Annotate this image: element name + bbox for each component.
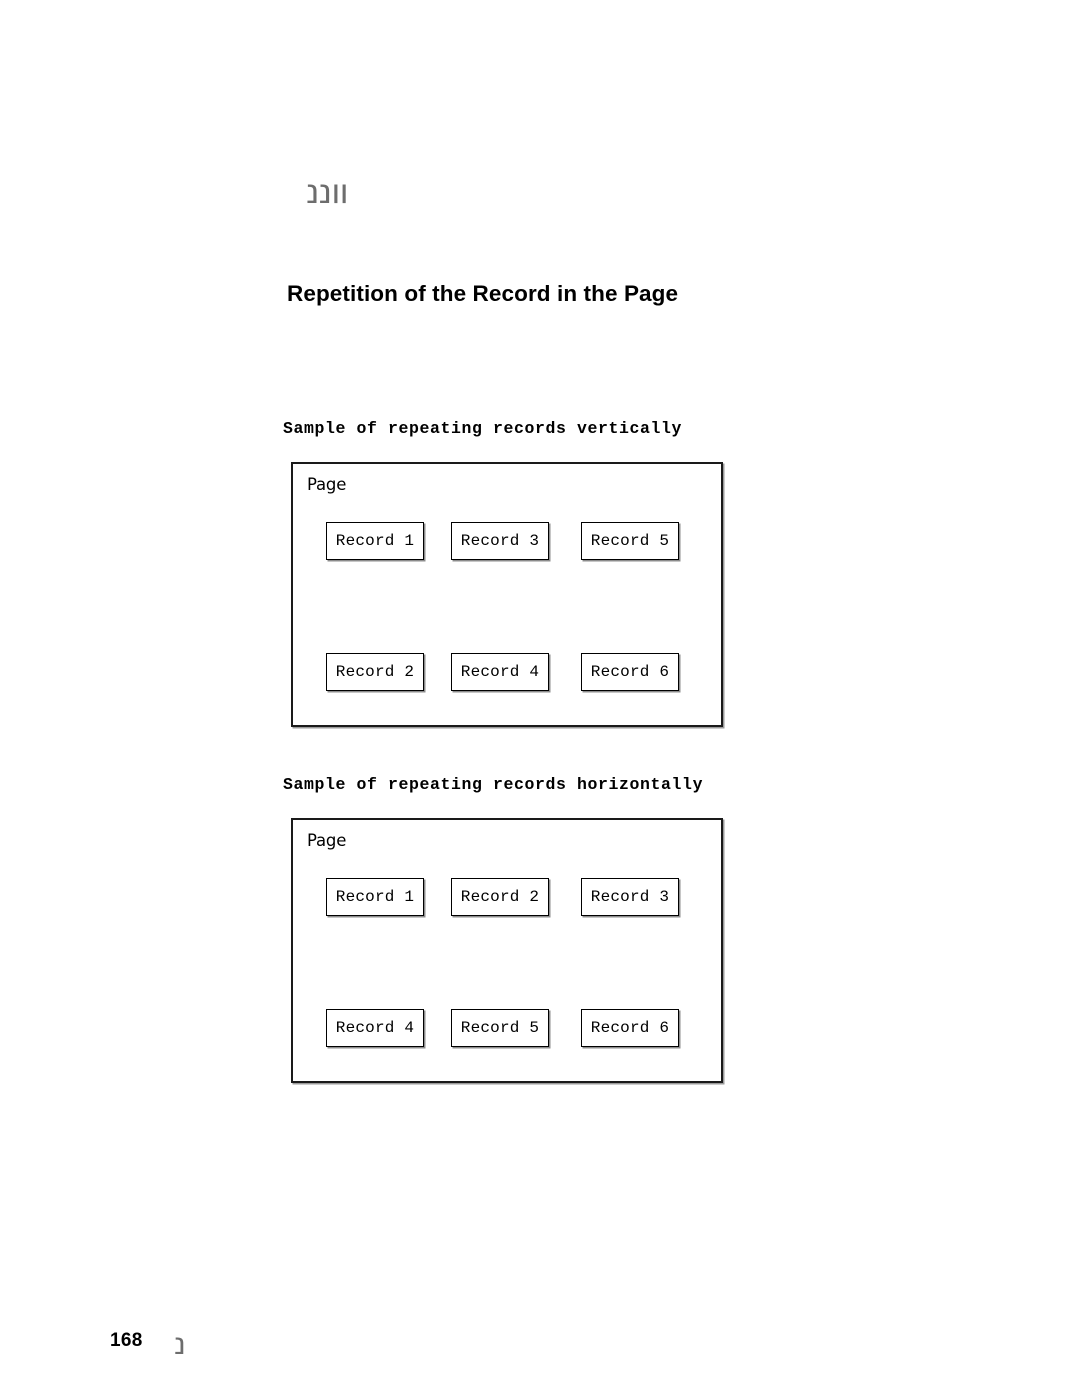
record-box-label: Record 5 <box>460 1019 540 1037</box>
clipped-glyph-footer-text: נ <box>174 1332 187 1354</box>
record-box-label: Record 6 <box>590 1019 670 1037</box>
record-box: Record 6 <box>581 653 679 691</box>
record-box: Record 6 <box>581 1009 679 1047</box>
record-box-label: Record 5 <box>590 532 670 550</box>
record-box: Record 1 <box>326 878 424 916</box>
figure-caption-vertical: Sample of repeating records vertically <box>283 419 683 438</box>
record-row: Record 2 Record 4 Record 6 <box>293 653 721 691</box>
record-box: Record 2 <box>326 653 424 691</box>
record-box: Record 4 <box>326 1009 424 1047</box>
record-grid-vertical: Record 1 Record 3 Record 5 Record 2 Reco… <box>293 464 721 725</box>
page-number: 168 <box>110 1330 143 1351</box>
record-row: Record 1 Record 3 Record 5 <box>293 522 721 560</box>
record-box: Record 5 <box>581 522 679 560</box>
page-title: Repetition of the Record in the Page <box>287 281 679 307</box>
clipped-glyph-artifact-upper: ┘ <box>296 128 326 150</box>
record-box-label: Record 2 <box>335 663 415 681</box>
page-footer: 168 נ <box>0 1330 1080 1370</box>
record-row: Record 4 Record 5 Record 6 <box>293 1009 721 1047</box>
record-box: Record 2 <box>451 878 549 916</box>
record-row: Record 1 Record 2 Record 3 <box>293 878 721 916</box>
record-box-label: Record 4 <box>335 1019 415 1037</box>
clipped-glyph-lower-text: ווננ <box>306 178 349 204</box>
clipped-glyph-artifact-lower: ווננ <box>306 178 376 204</box>
record-box-label: Record 4 <box>460 663 540 681</box>
figure-caption-horizontal: Sample of repeating records horizontally <box>283 775 704 794</box>
page-frame-horizontal: Page Record 1 Record 2 Record 3 Record 4… <box>291 818 723 1083</box>
record-box: Record 3 <box>581 878 679 916</box>
record-box: Record 5 <box>451 1009 549 1047</box>
record-box: Record 3 <box>451 522 549 560</box>
page-frame-vertical: Page Record 1 Record 3 Record 5 Record 2… <box>291 462 723 727</box>
record-box-label: Record 1 <box>335 532 415 550</box>
record-grid-horizontal: Record 1 Record 2 Record 3 Record 4 Reco… <box>293 820 721 1081</box>
clipped-glyph-upper-text: ┘ <box>296 128 314 138</box>
record-box: Record 1 <box>326 522 424 560</box>
record-box-label: Record 6 <box>590 663 670 681</box>
record-box: Record 4 <box>451 653 549 691</box>
record-box-label: Record 1 <box>335 888 415 906</box>
record-box-label: Record 2 <box>460 888 540 906</box>
record-box-label: Record 3 <box>590 888 670 906</box>
record-box-label: Record 3 <box>460 532 540 550</box>
clipped-glyph-artifact-footer: נ <box>174 1332 200 1354</box>
